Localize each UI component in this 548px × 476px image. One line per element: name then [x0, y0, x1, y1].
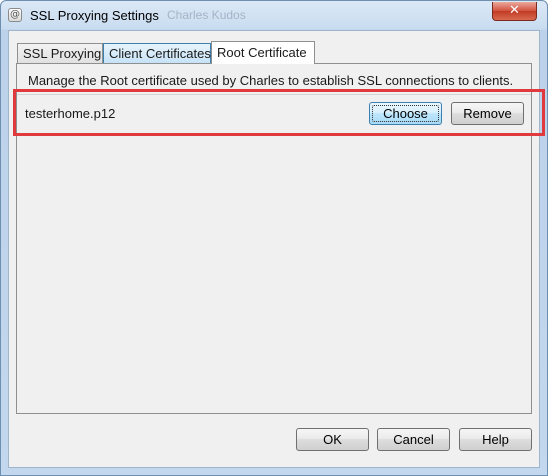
- window-title: SSL Proxying Settings: [30, 8, 159, 23]
- cancel-button[interactable]: Cancel: [377, 428, 450, 451]
- tab-client-certificates[interactable]: Client Certificates: [103, 43, 211, 63]
- cancel-button-label: Cancel: [393, 432, 434, 447]
- remove-button-label: Remove: [463, 106, 512, 121]
- title-bar[interactable]: @ SSL Proxying Settings Charles Kudos ✕: [1, 1, 547, 31]
- ok-button[interactable]: OK: [296, 428, 369, 451]
- remove-button[interactable]: Remove: [451, 102, 524, 125]
- dialog-content: SSL Proxying Client Certificates Root Ce…: [8, 30, 545, 468]
- close-icon: ✕: [509, 3, 520, 18]
- ok-button-label: OK: [323, 432, 342, 447]
- panel-description: Manage the Root certificate used by Char…: [28, 73, 514, 88]
- certificate-filename: testerhome.p12: [25, 106, 116, 121]
- help-button[interactable]: Help: [459, 428, 532, 451]
- choose-button[interactable]: Choose: [369, 102, 442, 125]
- background-window-title: Charles Kudos: [167, 8, 246, 22]
- focus-ring: [372, 105, 439, 122]
- dialog-window: @ SSL Proxying Settings Charles Kudos ✕ …: [0, 0, 548, 476]
- tab-ssl-proxying[interactable]: SSL Proxying: [17, 43, 103, 63]
- help-button-label: Help: [482, 432, 509, 447]
- close-button[interactable]: ✕: [492, 2, 537, 21]
- charles-app-icon: @: [8, 8, 22, 22]
- tab-root-certificate[interactable]: Root Certificate: [211, 41, 315, 64]
